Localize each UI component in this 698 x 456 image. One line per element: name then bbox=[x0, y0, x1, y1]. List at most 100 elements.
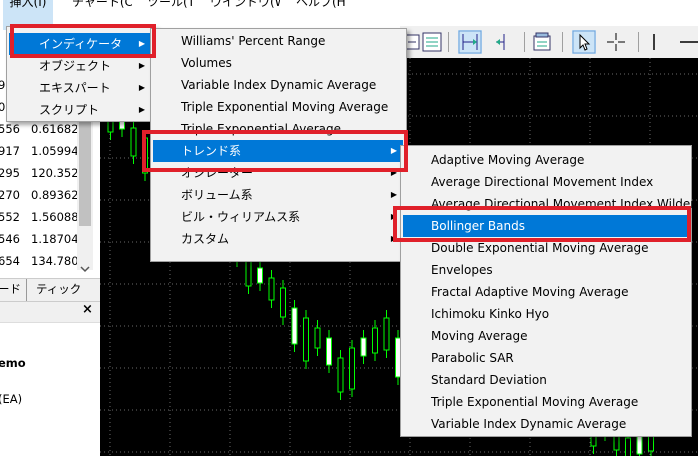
candle bbox=[314, 327, 321, 349]
submenu-arrow-icon: ▶ bbox=[138, 39, 145, 48]
submenu-arrow-icon: ▶ bbox=[138, 61, 145, 70]
candle bbox=[291, 307, 298, 345]
zoom-icon[interactable] bbox=[420, 30, 444, 54]
submenu-arrow-icon: ▶ bbox=[390, 212, 397, 221]
price-cell: 134.780 bbox=[31, 254, 79, 268]
price-cell: 1.56088 bbox=[31, 210, 79, 224]
submenu-arrow-icon: ▶ bbox=[138, 83, 145, 92]
tab-tick[interactable]: ティック bbox=[36, 281, 81, 297]
menu-item-item[interactable]: オブジェクト ▶ bbox=[9, 55, 151, 77]
menu-item-label: Double Exponential Moving Average bbox=[431, 241, 649, 255]
menu-item-average-directional-movement-index[interactable]: Average Directional Movement Index bbox=[403, 171, 688, 193]
menu-item-volumes[interactable]: Volumes bbox=[153, 52, 403, 74]
menu-item-item[interactable]: インディケータ ▶ bbox=[9, 33, 151, 55]
menu-item-ichimoku-kinko-hyo[interactable]: Ichimoku Kinko Hyo bbox=[403, 303, 688, 325]
navigator-item[interactable]: (EA) bbox=[0, 392, 22, 406]
submenu-arrow-icon: ▶ bbox=[390, 146, 397, 155]
menu-item-moving-average[interactable]: Moving Average bbox=[403, 325, 688, 347]
menu-item-label: Envelopes bbox=[431, 263, 493, 277]
menu-item-item[interactable]: カスタム ▶ bbox=[153, 228, 403, 250]
candle bbox=[625, 437, 631, 456]
menu-item-label: Variable Index Dynamic Average bbox=[431, 417, 627, 431]
symbol-cell: 295 bbox=[0, 166, 20, 180]
menu-help[interactable]: ヘルプ(H) bbox=[296, 0, 346, 30]
menu-item-item[interactable]: オシレーター ▶ bbox=[153, 162, 403, 184]
menu-item-parabolic-sar[interactable]: Parabolic SAR bbox=[403, 347, 688, 369]
template-icon[interactable] bbox=[530, 30, 554, 54]
submenu-arrow-icon: ▶ bbox=[138, 105, 145, 114]
menu-item-triple-exponential-moving-average[interactable]: Triple Exponential Moving Average bbox=[153, 96, 403, 118]
menu-item-label: Standard Deviation bbox=[431, 373, 547, 387]
horizontal-line-icon[interactable] bbox=[676, 30, 698, 54]
menu-item-label: Average Directional Movement Index Wilde… bbox=[431, 197, 696, 211]
scrollbar-thumb[interactable] bbox=[79, 122, 91, 226]
symbol-cell: 917 bbox=[0, 144, 20, 158]
indicator-submenu: Williams' Percent Range Volumes Variable I… bbox=[150, 28, 407, 262]
menu-item-label: Parabolic SAR bbox=[431, 351, 514, 365]
chevron-down-icon[interactable] bbox=[77, 262, 93, 276]
menu-item-label: Williams' Percent Range bbox=[181, 34, 326, 48]
menu-item-adaptive-moving-average[interactable]: Adaptive Moving Average bbox=[403, 149, 688, 171]
navigator-item[interactable]: emo bbox=[0, 356, 26, 370]
symbol-cell: 654 bbox=[0, 254, 20, 268]
menu-item-bollinger-bands[interactable]: Bollinger Bands bbox=[403, 215, 688, 237]
toolbar bbox=[400, 26, 698, 59]
menu-item-label: オシレーター bbox=[181, 166, 254, 180]
insert-menu: インディケータ ▶ オブジェクト ▶ エキスパート ▶ スクリプト ▶ bbox=[6, 26, 156, 122]
symbol-cell: 270 bbox=[0, 188, 20, 202]
candle bbox=[268, 277, 275, 301]
menu-item-label: Triple Exponential Moving Average bbox=[431, 395, 639, 409]
menu-item-item[interactable]: ビル・ウィリアムス系 ▶ bbox=[153, 206, 403, 228]
menu-item-item[interactable]: エキスパート ▶ bbox=[9, 77, 151, 99]
candle bbox=[280, 287, 286, 318]
price-cell: 120.352 bbox=[31, 166, 79, 180]
chart-shift-icon[interactable] bbox=[458, 30, 482, 54]
candle bbox=[360, 337, 367, 357]
navigator-header: × bbox=[0, 302, 100, 323]
candle bbox=[303, 317, 309, 362]
menu-item-triple-exponential-moving-average[interactable]: Triple Exponential Moving Average bbox=[403, 391, 688, 413]
candle bbox=[372, 327, 378, 354]
candle bbox=[257, 267, 263, 284]
menu-item-williams-percent-range[interactable]: Williams' Percent Range bbox=[153, 30, 403, 52]
menu-item-item[interactable]: ボリューム系 ▶ bbox=[153, 184, 403, 206]
menu-item-average-directional-movement-index-wilder[interactable]: Average Directional Movement Index Wilde… bbox=[403, 193, 695, 215]
autoscroll-icon[interactable] bbox=[492, 30, 516, 54]
submenu-arrow-icon: ▶ bbox=[390, 234, 397, 243]
menu-item-variable-index-dynamic-average[interactable]: Variable Index Dynamic Average bbox=[403, 413, 688, 435]
price-cell: 0.89362 bbox=[31, 188, 79, 202]
menu-item-fractal-adaptive-moving-average[interactable]: Fractal Adaptive Moving Average bbox=[403, 281, 688, 303]
menu-item-standard-deviation[interactable]: Standard Deviation bbox=[403, 369, 688, 391]
menu-item-item[interactable]: スクリプト ▶ bbox=[9, 99, 151, 121]
price-cell: 1.05994 bbox=[31, 144, 79, 158]
menu-item-variable-index-dynamic-average[interactable]: Variable Index Dynamic Average bbox=[153, 74, 403, 96]
menu-item-label: ビル・ウィリアムス系 bbox=[181, 210, 301, 224]
candle bbox=[349, 347, 355, 390]
vertical-line-icon[interactable] bbox=[642, 30, 666, 54]
menu-item-label: Volumes bbox=[181, 56, 232, 70]
cursor-icon[interactable] bbox=[572, 30, 596, 54]
toolbar-separator bbox=[638, 32, 639, 52]
menu-item-label: インディケータ bbox=[39, 37, 123, 51]
menu-item-envelopes[interactable]: Envelopes bbox=[403, 259, 688, 281]
candle bbox=[142, 137, 148, 174]
tab-detail[interactable]: ード bbox=[0, 281, 21, 297]
menu-item-label: Adaptive Moving Average bbox=[431, 153, 585, 167]
menu-item-label: ボリューム系 bbox=[181, 188, 253, 202]
candle bbox=[326, 337, 332, 366]
toolbar-separator bbox=[562, 32, 563, 52]
crosshair-icon[interactable] bbox=[604, 30, 628, 54]
menu-item-triple-exponential-average[interactable]: Triple Exponential Average bbox=[153, 118, 403, 140]
toolbar-separator bbox=[448, 32, 449, 52]
symbol-cell: 552 bbox=[0, 210, 20, 224]
close-icon[interactable]: × bbox=[82, 302, 93, 317]
menu-item-label: オブジェクト bbox=[39, 59, 112, 73]
menu-item-label: エキスパート bbox=[39, 81, 111, 95]
submenu-arrow-icon: ▶ bbox=[390, 168, 397, 177]
menu-item-label: Variable Index Dynamic Average bbox=[181, 78, 377, 92]
menu-item-double-exponential-moving-average[interactable]: Double Exponential Moving Average bbox=[403, 237, 688, 259]
menu-item-item[interactable]: トレンド系 ▶ bbox=[153, 140, 403, 162]
menu-item-label: Moving Average bbox=[431, 329, 528, 343]
candle bbox=[383, 317, 390, 351]
menu-window[interactable]: ウインドウ(W) bbox=[210, 0, 280, 30]
